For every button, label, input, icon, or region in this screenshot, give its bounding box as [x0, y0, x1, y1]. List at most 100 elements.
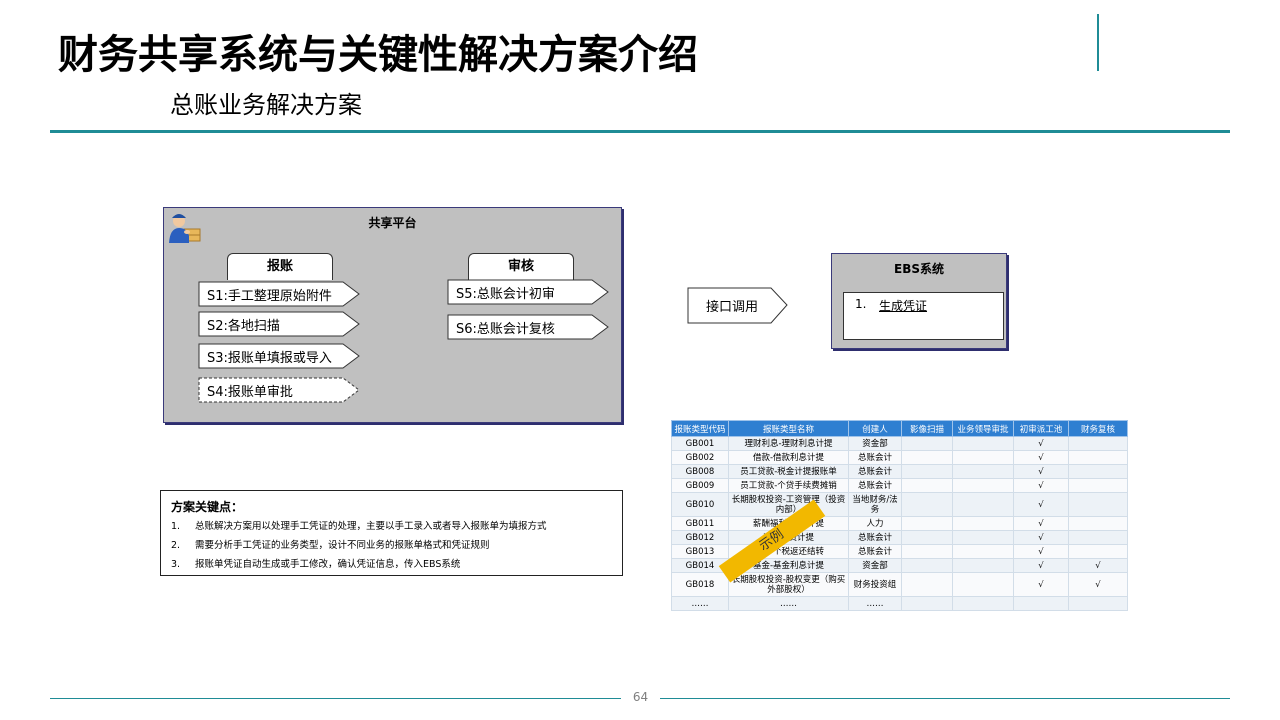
tab-reimbursement: 报账 [227, 253, 333, 280]
table-cell: 理财利息-理财利息计提 [728, 436, 849, 451]
ebs-item-box: 1. 生成凭证 [843, 292, 1004, 340]
table-row: GB002 借款-借款利息计提 总账会计 √ [671, 450, 1128, 465]
table-cell: 员工贷款-税金计提报账单 [728, 464, 849, 479]
col-header-code: 报账类型代码 [671, 420, 729, 437]
table-cell: 资金部 [848, 436, 902, 451]
table-cell: GB018 [671, 572, 729, 597]
key-point-text: 总账解决方案用以处理手工凭证的处理，主要以手工录入或者导入报账单为填报方式 [195, 521, 547, 532]
table-cell: √ [1013, 558, 1069, 573]
table-cell: 总账会计 [848, 450, 902, 465]
table-cell [1068, 436, 1128, 451]
key-point-item: 1. 总账解决方案用以处理手工凭证的处理，主要以手工录入或者导入报账单为填报方式 [171, 518, 547, 532]
step-s3-label: S3:报账单填报或导入 [207, 351, 332, 366]
table-cell: GB001 [671, 436, 729, 451]
step-s6-label: S6:总账会计复核 [456, 322, 555, 337]
col-header-initial-review: 初审派工池 [1013, 420, 1069, 437]
table-cell: GB009 [671, 478, 729, 493]
tab-review: 审核 [468, 253, 574, 280]
table-cell [901, 516, 953, 531]
page-subtitle: 总账业务解决方案 [170, 91, 362, 119]
table-cell: 当地财务/法务 [848, 492, 902, 517]
table-row: GB008 员工贷款-税金计提报账单 总账会计 √ [671, 464, 1128, 479]
step-s4-label: S4:报账单审批 [207, 385, 293, 400]
table-cell: √ [1013, 492, 1069, 517]
table-cell [952, 530, 1014, 545]
interface-call-label: 接口调用 [706, 300, 759, 315]
col-header-name: 报账类型名称 [728, 420, 849, 437]
table-cell [952, 558, 1014, 573]
table-cell [901, 478, 953, 493]
table-cell: 长期股权投资-股权变更（购买外部股权） [728, 572, 849, 597]
table-cell: √ [1013, 464, 1069, 479]
table-cell [952, 492, 1014, 517]
table-cell [952, 464, 1014, 479]
table-cell: 财务投资组 [848, 572, 902, 597]
table-cell [1068, 478, 1128, 493]
table-cell: GB013 [671, 544, 729, 559]
table-cell [1068, 530, 1128, 545]
platform-title: 共享平台 [368, 216, 417, 230]
footer-rule-left [50, 698, 621, 699]
table-cell [952, 436, 1014, 451]
step-s2-label: S2:各地扫描 [207, 319, 280, 334]
table-row: GB001 理财利息-理财利息计提 资金部 √ [671, 436, 1128, 451]
table-row: GB018 长期股权投资-股权变更（购买外部股权） 财务投资组 √ √ [671, 572, 1128, 597]
reimbursement-type-table: 报账类型代码 报账类型名称 创建人 影像扫描 业务领导审批 初审派工池 财务复核… [671, 420, 1128, 611]
table-cell: …… [671, 596, 729, 611]
table-row: GB010 长期股权投资-工资管理（投资内部） 当地财务/法务 √ [671, 492, 1128, 517]
col-header-scan: 影像扫描 [901, 420, 953, 437]
table-cell [952, 450, 1014, 465]
table-cell: 长期股权投资-工资管理（投资内部） [728, 492, 849, 517]
table-cell: 总账会计 [848, 544, 902, 559]
table-cell [901, 558, 953, 573]
table-cell: √ [1013, 572, 1069, 597]
key-points-box: 方案关键点： 1. 总账解决方案用以处理手工凭证的处理，主要以手工录入或者导入报账… [160, 490, 623, 576]
table-cell: √ [1013, 516, 1069, 531]
table-cell [1013, 596, 1069, 611]
table-cell [1068, 450, 1128, 465]
step-s2: S2:各地扫描 [198, 311, 361, 337]
table-cell: …… [848, 596, 902, 611]
table-cell: √ [1013, 544, 1069, 559]
table-cell [901, 572, 953, 597]
table-cell [952, 596, 1014, 611]
col-header-finance-review: 财务复核 [1068, 420, 1128, 437]
table-cell: 总账会计 [848, 478, 902, 493]
table-cell [952, 478, 1014, 493]
table-cell [901, 450, 953, 465]
table-cell: 人力 [848, 516, 902, 531]
table-cell [952, 544, 1014, 559]
table-row: GB011薪酬福利-资金计提人力√ [671, 516, 1128, 531]
table-cell: √ [1068, 572, 1128, 597]
table-cell: GB008 [671, 464, 729, 479]
table-cell: √ [1013, 450, 1069, 465]
table-cell: √ [1013, 478, 1069, 493]
table-row: ……………… [671, 596, 1128, 611]
table-cell [1068, 464, 1128, 479]
step-s1: S1:手工整理原始附件 [198, 281, 361, 307]
step-s4: S4:报账单审批 [198, 377, 361, 403]
table-cell [901, 596, 953, 611]
step-s6: S6:总账会计复核 [447, 314, 610, 340]
table-cell: 员工贷款-个贷手续费摊销 [728, 478, 849, 493]
table-cell [952, 572, 1014, 597]
table-cell: 资金部 [848, 558, 902, 573]
key-point-number: 2. [171, 540, 181, 551]
key-point-text: 需要分析手工凭证的业务类型，设计不同业务的报账单格式和凭证规则 [195, 540, 490, 551]
table-cell: …… [728, 596, 849, 611]
ebs-item-text: 生成凭证 [879, 299, 928, 313]
page-number: 64 [632, 690, 649, 704]
title-divider [1097, 14, 1099, 71]
step-s5-label: S5:总账会计初审 [456, 287, 555, 302]
table-cell: 总账会计 [848, 530, 902, 545]
table-cell [1068, 544, 1128, 559]
footer-rule-right [660, 698, 1230, 699]
table-cell: GB011 [671, 516, 729, 531]
table-cell [952, 516, 1014, 531]
shared-platform-panel: 共享平台 报账 审核 S1:手工整理原始附件 S2:各地扫描 S3:报账单填报或… [163, 207, 622, 423]
key-point-text: 报账单凭证自动生成或手工修改，确认凭证信息，传入EBS系统 [195, 559, 461, 570]
col-header-approval: 业务领导审批 [952, 420, 1014, 437]
ebs-system-panel: EBS系统 1. 生成凭证 [831, 253, 1007, 349]
table-cell [901, 492, 953, 517]
key-point-item: 3. 报账单凭证自动生成或手工修改，确认凭证信息，传入EBS系统 [171, 556, 460, 570]
